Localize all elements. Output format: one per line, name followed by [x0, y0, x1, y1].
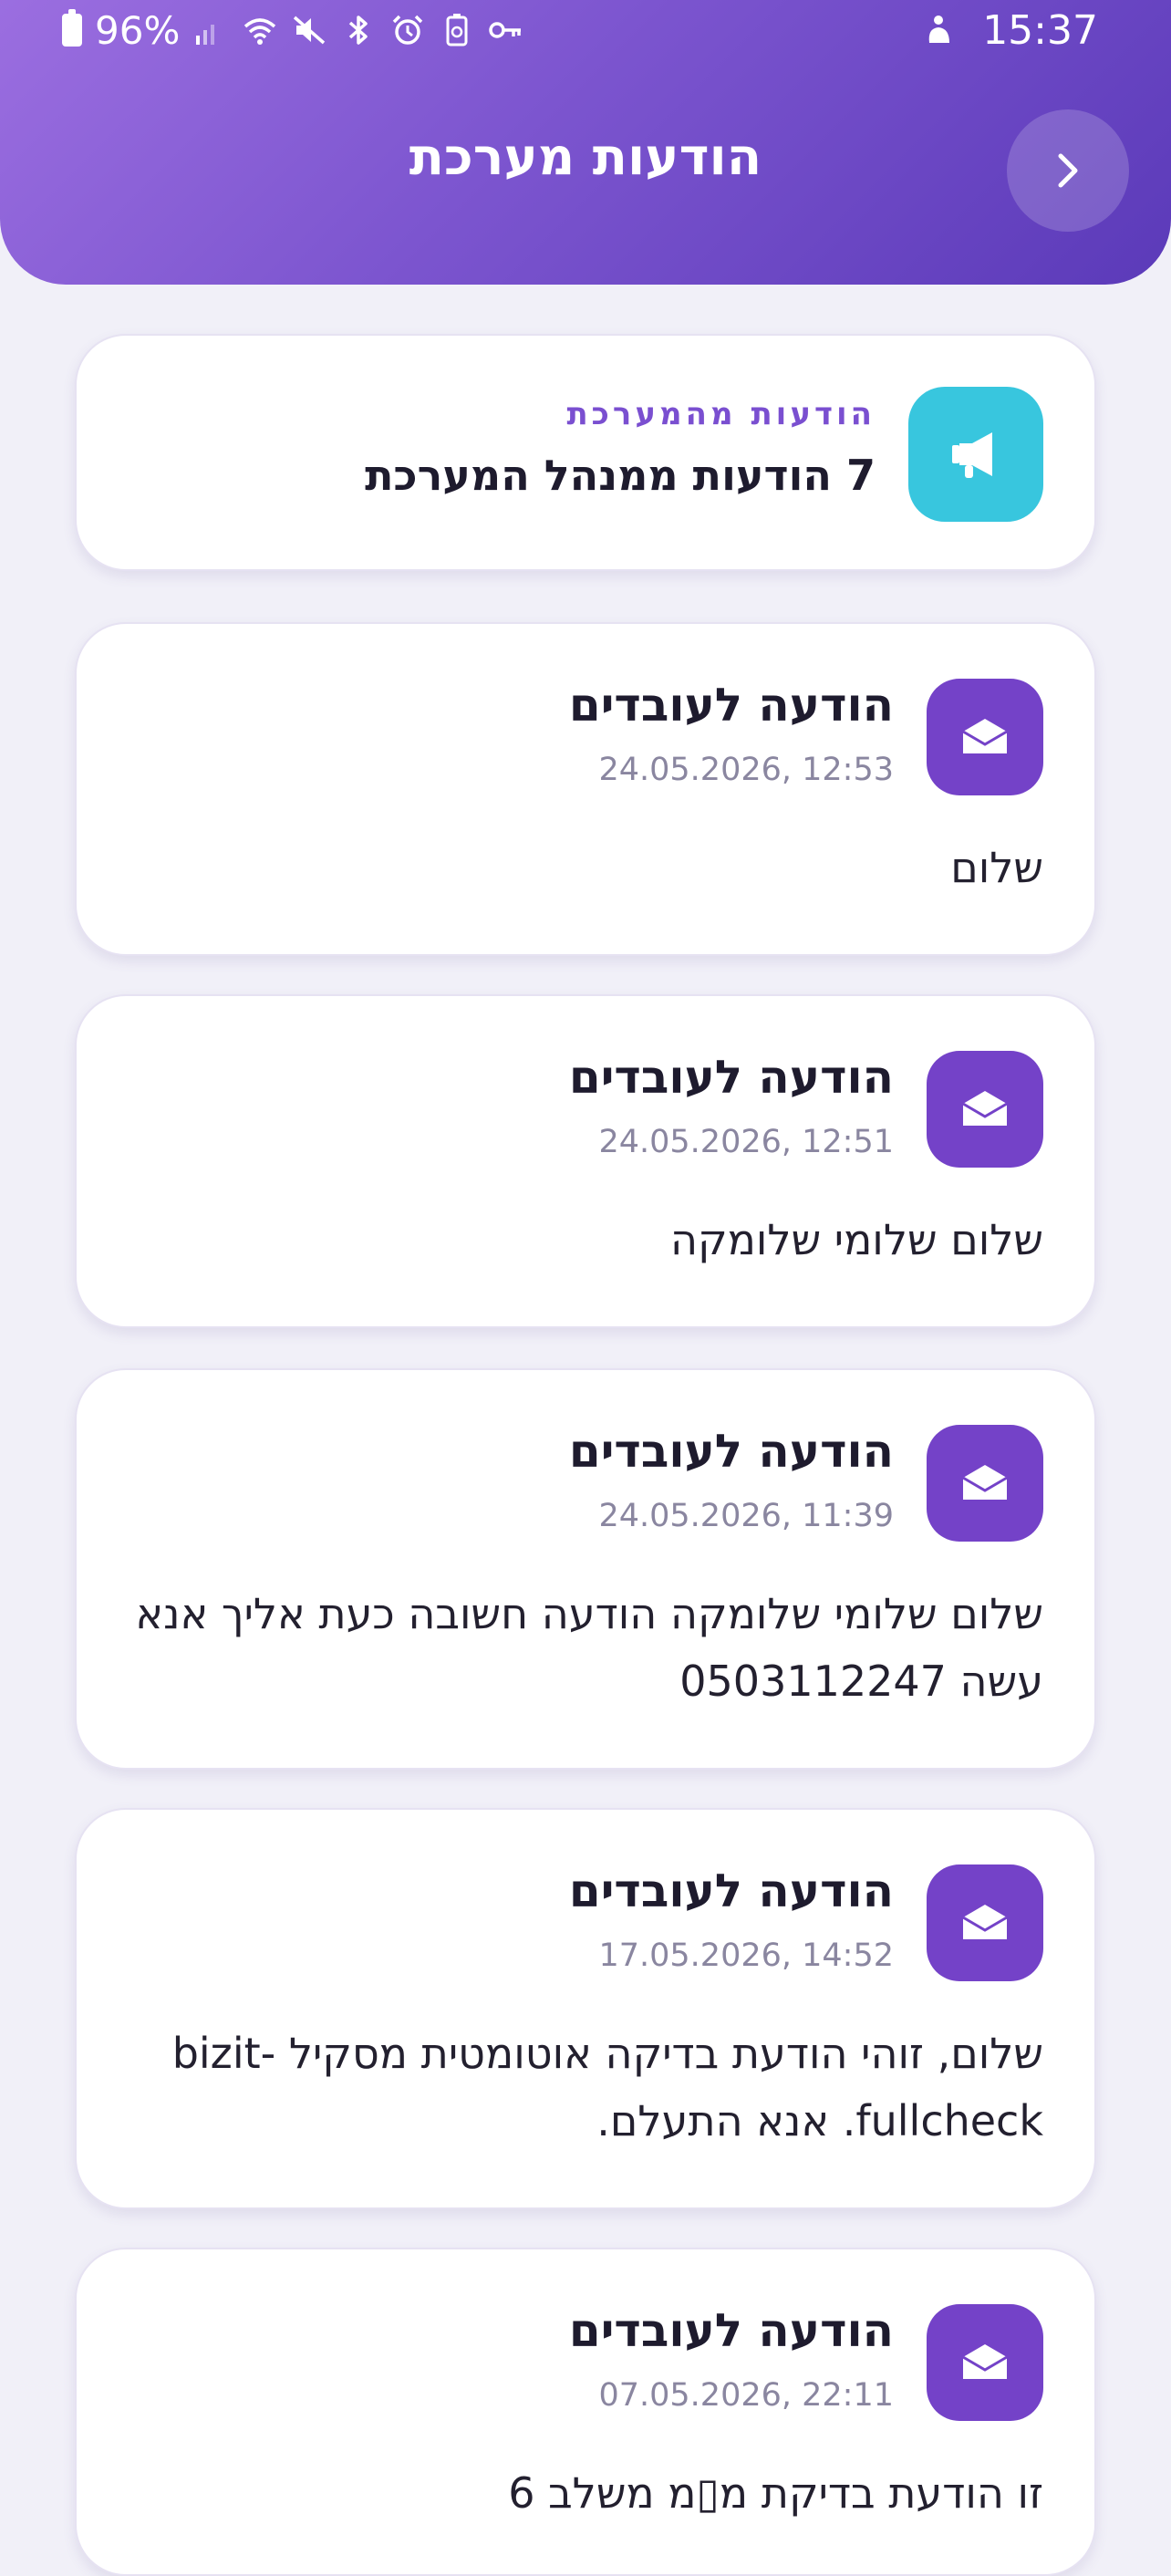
- message-card[interactable]: הודעה לעובדים 24.05.2026, 12:53 שלום: [75, 622, 1096, 956]
- message-body: זו הודעת בדיקת מ▯מ משלב 6: [508, 2468, 1043, 2518]
- message-body: שלום: [950, 843, 1043, 892]
- clock: 15:37: [982, 6, 1098, 54]
- megaphone-icon: [952, 432, 992, 478]
- hand-icon: [928, 16, 950, 43]
- message-date: 24.05.2026, 11:39: [598, 1498, 894, 1534]
- message-body: שלום שלומי שלומקה הודעה חשובה כעת אליך א…: [135, 1589, 1043, 1706]
- status-right: 15:37: [922, 6, 1098, 54]
- recycle-battery-icon: [446, 14, 468, 47]
- message-date: 24.05.2026, 12:51: [598, 1124, 894, 1160]
- app-header: 96% 15:37 הודעות מערכת: [0, 0, 1171, 285]
- envelope-open-icon: [962, 1091, 1008, 1126]
- message-card[interactable]: הודעה לעובדים 17.05.2026, 14:52 שלום, זו…: [75, 1808, 1096, 2209]
- battery-icon: [62, 9, 82, 47]
- message-title: הודעה לעובדים: [568, 1864, 894, 1917]
- alarm-icon: [393, 15, 423, 45]
- envelope-open-icon: [962, 1465, 1008, 1500]
- chevron-right-icon: [1058, 153, 1078, 188]
- envelope-open-icon: [962, 2344, 1008, 2379]
- summary-card: הודעות מהמערכת 7 הודעות ממנהל המערכת: [75, 334, 1096, 571]
- message-body: שלום, זוהי הודעת בדיקה אוטומטית מסקיל bi…: [171, 2029, 1043, 2145]
- message-date: 07.05.2026, 22:11: [598, 2377, 894, 2414]
- envelope-open-icon: [962, 1905, 1008, 1939]
- message-card[interactable]: הודעה לעובדים 24.05.2026, 12:51 שלום שלו…: [75, 994, 1096, 1328]
- message-date: 17.05.2026, 14:52: [598, 1937, 894, 1974]
- message-title: הודעה לעובדים: [568, 2304, 894, 2357]
- message-card[interactable]: הודעה לעובדים 07.05.2026, 22:11 זו הודעת…: [75, 2248, 1096, 2576]
- message-card[interactable]: הודעה לעובדים 24.05.2026, 11:39 שלום שלו…: [75, 1368, 1096, 1770]
- message-title: הודעה לעובדים: [568, 679, 894, 732]
- message-title: הודעה לעובדים: [568, 1425, 894, 1478]
- message-badge: [927, 1051, 1043, 1168]
- message-badge: [927, 2304, 1043, 2421]
- battery-percent: 96%: [95, 7, 181, 53]
- message-body: שלום שלומי שלומקה: [669, 1215, 1043, 1264]
- envelope-open-icon: [962, 719, 1008, 753]
- wifi-icon: [244, 18, 276, 45]
- signal-icon: [196, 25, 215, 45]
- summary-count-text: 7 הודעות ממנהל המערכת: [365, 451, 876, 500]
- page-title: הודעות מערכת: [409, 128, 762, 187]
- status-bar: 96% 15:37: [0, 0, 1171, 60]
- back-button[interactable]: [1007, 109, 1129, 232]
- status-left: 96%: [62, 7, 524, 53]
- key-icon: [489, 22, 522, 38]
- message-badge: [927, 1425, 1043, 1542]
- megaphone-badge: [908, 387, 1043, 522]
- message-title: הודעה לעובדים: [568, 1051, 894, 1104]
- message-badge: [927, 1864, 1043, 1981]
- summary-kicker: הודעות מהמערכת: [566, 396, 876, 432]
- message-date: 24.05.2026, 12:53: [598, 752, 894, 788]
- mute-icon: [294, 16, 326, 45]
- bluetooth-icon: [349, 16, 368, 45]
- message-badge: [927, 679, 1043, 795]
